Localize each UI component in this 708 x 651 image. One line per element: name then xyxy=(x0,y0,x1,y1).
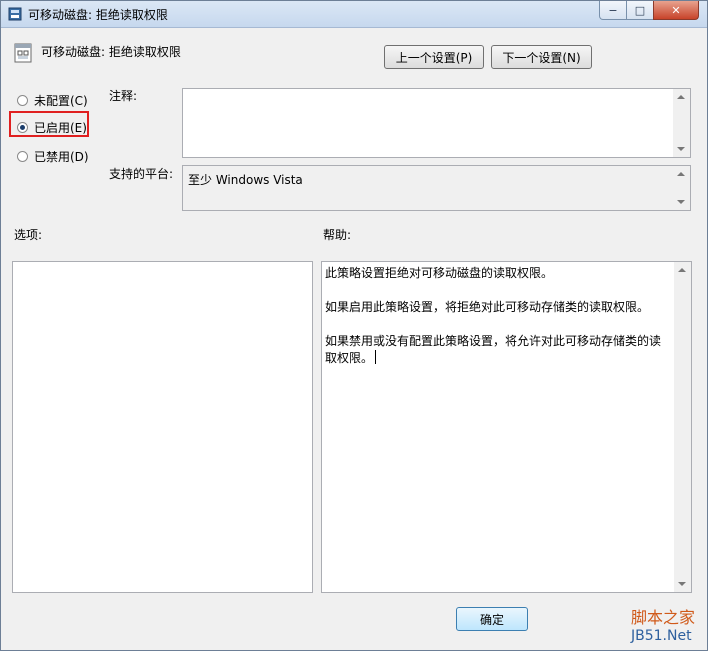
help-text: 此策略设置拒绝对可移动磁盘的读取权限。 如果启用此策略设置，将拒绝对此可移动存储… xyxy=(325,265,669,367)
previous-setting-button[interactable]: 上一个设置(P) xyxy=(384,45,484,69)
minimize-icon: − xyxy=(608,3,618,17)
radio-not-configured[interactable]: 未配置(C) xyxy=(17,92,88,109)
options-label: 选项: xyxy=(14,228,43,242)
radio-enabled[interactable]: 已启用(E) xyxy=(17,119,87,136)
options-panel xyxy=(12,261,313,593)
help-paragraph: 如果启用此策略设置，将拒绝对此可移动存储类的读取权限。 xyxy=(325,300,650,314)
comment-scrollbar[interactable] xyxy=(673,89,690,157)
ok-button[interactable]: 确定 xyxy=(456,607,528,631)
radio-label: 已启用(E) xyxy=(34,121,87,135)
maximize-icon: □ xyxy=(634,3,646,17)
platform-label: 支持的平台: xyxy=(109,167,174,181)
scroll-up-icon[interactable] xyxy=(678,268,686,272)
scroll-up-icon[interactable] xyxy=(677,95,685,99)
watermark-line1: 脚本之家 xyxy=(631,608,696,627)
radio-disabled[interactable]: 已禁用(D) xyxy=(17,148,89,165)
title-bar[interactable]: 可移动磁盘: 拒绝读取权限 − □ ✕ xyxy=(1,1,707,28)
radio-label: 未配置(C) xyxy=(34,94,88,108)
help-paragraph: 此策略设置拒绝对可移动磁盘的读取权限。 xyxy=(325,266,554,280)
close-button[interactable]: ✕ xyxy=(653,1,699,20)
help-scrollbar[interactable] xyxy=(674,262,691,592)
window-title: 可移动磁盘: 拒绝读取权限 xyxy=(28,8,168,22)
text-cursor xyxy=(375,350,377,364)
scroll-down-icon[interactable] xyxy=(677,147,685,151)
maximize-button[interactable]: □ xyxy=(626,1,654,20)
policy-setting-icon xyxy=(14,43,32,63)
radio-circle[interactable] xyxy=(17,95,28,106)
scroll-down-icon[interactable] xyxy=(677,200,685,204)
policy-app-icon xyxy=(8,7,22,21)
site-watermark: 脚本之家 JB51.Net xyxy=(631,609,695,645)
comment-label: 注释: xyxy=(109,89,138,103)
radio-circle[interactable] xyxy=(17,151,28,162)
watermark-line2: JB51.Net xyxy=(631,628,692,644)
comment-textarea[interactable] xyxy=(182,88,691,158)
policy-title: 可移动磁盘: 拒绝读取权限 xyxy=(41,45,181,59)
help-panel[interactable]: 此策略设置拒绝对可移动磁盘的读取权限。 如果启用此策略设置，将拒绝对此可移动存储… xyxy=(321,261,692,593)
scroll-up-icon[interactable] xyxy=(677,172,685,176)
platform-field: 至少 Windows Vista xyxy=(182,165,691,211)
minimize-button[interactable]: − xyxy=(599,1,627,20)
radio-circle[interactable] xyxy=(17,122,28,133)
radio-label: 已禁用(D) xyxy=(34,150,89,164)
platform-value: 至少 Windows Vista xyxy=(188,173,303,187)
policy-dialog: 可移动磁盘: 拒绝读取权限 − □ ✕ 可移动磁盘: 拒绝读取权限 上一个设置(… xyxy=(0,0,708,651)
scroll-down-icon[interactable] xyxy=(678,582,686,586)
help-label: 帮助: xyxy=(323,228,352,242)
next-setting-button[interactable]: 下一个设置(N) xyxy=(491,45,592,69)
close-icon: ✕ xyxy=(671,3,681,17)
platform-scrollbar[interactable] xyxy=(673,166,690,210)
